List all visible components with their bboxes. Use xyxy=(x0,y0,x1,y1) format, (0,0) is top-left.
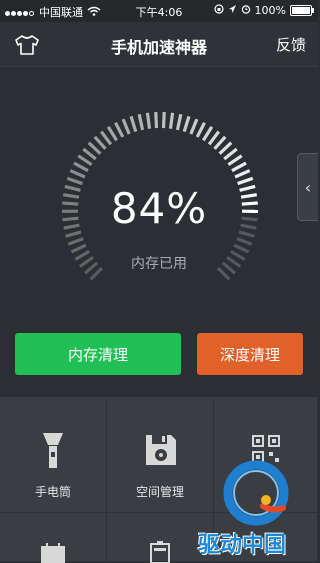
status-bar: 中国联通 下午4:06 100% xyxy=(0,0,318,22)
gauge-segment xyxy=(164,112,165,128)
location-icon xyxy=(228,4,237,17)
tool-space-management[interactable]: 空间管理 xyxy=(107,397,214,513)
rotation-lock-icon xyxy=(214,4,224,17)
battery-tool-icon xyxy=(149,541,171,563)
memory-label: 内存已用 xyxy=(0,253,318,273)
memory-percent: 84% xyxy=(0,184,318,233)
gauge-segment xyxy=(197,123,204,137)
gauge-segment xyxy=(184,116,189,131)
side-panel-tab[interactable]: ‹ xyxy=(297,153,318,221)
tool-space-management-label: 空间管理 xyxy=(107,483,213,500)
watermark-text: 驱动中国 xyxy=(198,527,286,559)
gauge-segment xyxy=(139,114,142,130)
status-right: 100% xyxy=(214,4,312,17)
gauge-segment xyxy=(74,163,88,171)
gauge-segment xyxy=(108,127,116,141)
disk-icon xyxy=(144,433,178,467)
gauge-segment xyxy=(116,123,123,137)
battery-percent: 100% xyxy=(255,4,286,17)
tool-flashlight[interactable]: 手电筒 xyxy=(0,397,107,513)
chevron-left-icon: ‹ xyxy=(305,178,311,197)
alarm-icon xyxy=(241,4,251,17)
deep-clean-button[interactable]: 深度清理 xyxy=(197,333,303,375)
calendar-icon xyxy=(40,543,66,563)
gauge-segment xyxy=(101,132,111,145)
battery-icon xyxy=(290,5,312,16)
gauge-segment xyxy=(95,137,106,149)
tool-flashlight-label: 手电筒 xyxy=(0,483,106,500)
gauge-segment xyxy=(171,113,173,129)
gauge-segment xyxy=(147,113,149,129)
gauge-segment xyxy=(209,132,219,145)
gauge-segment xyxy=(123,119,129,134)
gauge-segment xyxy=(220,143,232,154)
gauge-segment xyxy=(78,156,91,165)
gauge-segment xyxy=(237,239,252,245)
memory-clean-button[interactable]: 内存清理 xyxy=(15,333,181,375)
gauge-segment xyxy=(203,127,211,141)
feedback-button[interactable]: 反馈 xyxy=(276,34,306,55)
flashlight-icon xyxy=(40,431,66,471)
gauge-segment xyxy=(67,178,82,183)
gauge-segment xyxy=(71,245,85,252)
gauge-segment xyxy=(131,116,136,131)
gauge-segment xyxy=(215,137,226,149)
gauge-segment xyxy=(228,156,241,165)
page-title: 手机加速神器 xyxy=(0,34,318,58)
tool-calendar[interactable] xyxy=(0,513,107,562)
gauge-segment xyxy=(177,114,180,130)
gauge-segment xyxy=(83,149,96,159)
gauge-segment xyxy=(235,171,250,177)
gauge-segment xyxy=(89,143,101,154)
gauge-segment xyxy=(224,149,237,159)
nav-bar: 手机加速神器 反馈 xyxy=(0,22,318,67)
gauge-segment xyxy=(68,239,83,245)
gauge-segment xyxy=(232,163,246,171)
gauge-segment xyxy=(238,178,253,183)
gauge-segment xyxy=(234,245,248,252)
watermark-logo-icon xyxy=(223,460,289,526)
gauge-segment xyxy=(191,119,197,134)
qr-code-icon xyxy=(252,435,280,463)
gauge-segment xyxy=(156,112,157,128)
gauge-segment xyxy=(70,171,85,177)
